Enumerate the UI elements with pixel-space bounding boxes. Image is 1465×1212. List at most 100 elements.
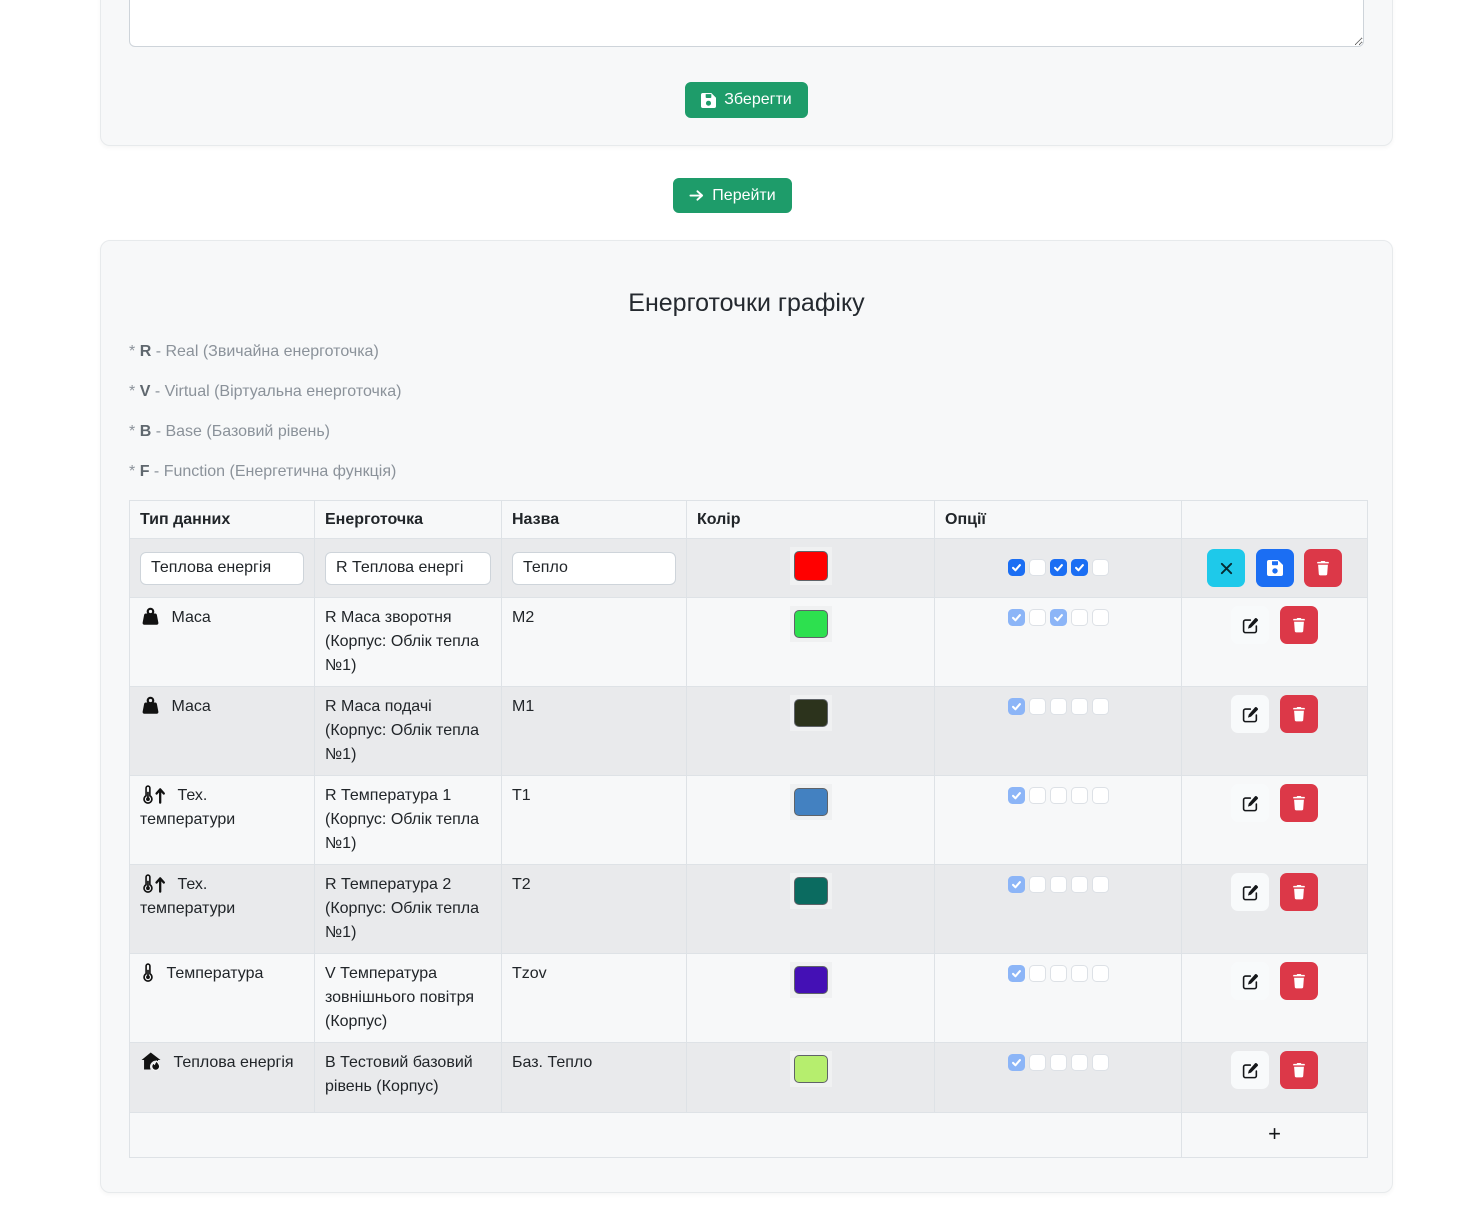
pencil-square-icon	[1242, 1062, 1259, 1079]
delete-button[interactable]	[1280, 873, 1318, 911]
option-checkbox	[1092, 1054, 1109, 1071]
type-input[interactable]	[140, 552, 304, 585]
trash-icon	[1291, 973, 1307, 989]
legend-item-function: * F - Function (Енергетична функція)	[129, 460, 1364, 484]
color-swatch	[794, 788, 828, 816]
page: Зберегти Перейти Енерготочки графіку * R…	[0, 0, 1465, 1212]
save-button[interactable]: Зберегти	[685, 82, 807, 118]
option-checkbox	[1050, 965, 1067, 982]
color-picker[interactable]	[790, 547, 832, 585]
pencil-square-icon	[1242, 706, 1259, 723]
table-row: Тех. температури R Температура 1 (Корпус…	[130, 776, 1368, 865]
description-textarea[interactable]	[129, 0, 1364, 47]
trash-icon	[1291, 706, 1307, 722]
row-save-button[interactable]	[1256, 549, 1294, 587]
row-type: Маса	[171, 698, 210, 715]
energy-points-card: Енерготочки графіку * R - Real (Звичайна…	[100, 240, 1393, 1193]
page-title: Енерготочки графіку	[129, 289, 1364, 318]
option-checkbox	[1050, 876, 1067, 893]
option-checkbox	[1071, 1054, 1088, 1071]
edit-button[interactable]	[1231, 873, 1269, 911]
edit-button[interactable]	[1231, 695, 1269, 733]
go-row: Перейти	[0, 178, 1465, 213]
option-checkbox[interactable]	[1050, 559, 1067, 576]
color-swatch	[794, 966, 828, 994]
color-swatch	[794, 877, 828, 905]
option-checkbox	[1029, 965, 1046, 982]
option-checkbox	[1008, 787, 1025, 804]
delete-button[interactable]	[1280, 606, 1318, 644]
column-header-options: Опції	[935, 501, 1182, 539]
table-row: Теплова енергія В Тестовий базовий рівен…	[130, 1043, 1368, 1113]
color-swatch	[794, 551, 828, 581]
delete-button[interactable]	[1280, 695, 1318, 733]
options-checkboxes	[1008, 556, 1109, 576]
option-checkbox	[1029, 609, 1046, 626]
option-checkbox	[1092, 965, 1109, 982]
delete-button[interactable]	[1280, 784, 1318, 822]
table-row: Маса R Маса подачі (Корпус: Облік тепла …	[130, 687, 1368, 776]
option-checkbox	[1008, 609, 1025, 626]
edit-button[interactable]	[1231, 1051, 1269, 1089]
row-name: T1	[502, 776, 687, 865]
option-checkbox	[1092, 609, 1109, 626]
color-swatch	[794, 699, 828, 727]
option-checkbox[interactable]	[1071, 559, 1088, 576]
go-button[interactable]: Перейти	[673, 178, 791, 213]
row-point: R Температура 1 (Корпус: Облік тепла №1)	[315, 776, 502, 865]
point-input[interactable]	[325, 552, 491, 585]
add-row-button[interactable]: +	[1258, 1121, 1291, 1147]
delete-button[interactable]	[1280, 962, 1318, 1000]
option-checkbox	[1092, 787, 1109, 804]
name-input[interactable]	[512, 552, 676, 585]
option-checkbox	[1008, 965, 1025, 982]
delete-button[interactable]	[1304, 549, 1342, 587]
color-display	[790, 695, 832, 731]
save-button-label: Зберегти	[724, 91, 791, 109]
color-display	[790, 1051, 832, 1087]
trash-icon	[1291, 1062, 1307, 1078]
option-checkbox[interactable]	[1029, 559, 1046, 576]
edit-row	[130, 539, 1368, 598]
row-name: T2	[502, 865, 687, 954]
option-checkbox[interactable]	[1008, 559, 1025, 576]
footer-empty-cell	[130, 1113, 1182, 1158]
cancel-button[interactable]	[1207, 549, 1245, 587]
edit-button[interactable]	[1231, 962, 1269, 1000]
legend: * R - Real (Звичайна енерготочка) * V - …	[129, 340, 1364, 484]
legend-item-virtual: * V - Virtual (Віртуальна енерготочка)	[129, 380, 1364, 404]
edit-button[interactable]	[1231, 784, 1269, 822]
legend-item-base: * B - Base (Базовий рівень)	[129, 420, 1364, 444]
row-type: Температура	[166, 965, 263, 982]
option-checkbox	[1008, 698, 1025, 715]
column-header-type: Тип данних	[130, 501, 315, 539]
edit-button[interactable]	[1231, 606, 1269, 644]
row-name: M2	[502, 598, 687, 687]
temperature-arrow-up-icon	[140, 873, 167, 894]
option-checkbox	[1029, 698, 1046, 715]
temperature-arrow-up-icon	[140, 784, 167, 805]
options-checkboxes	[1008, 962, 1109, 982]
column-header-point: Енерготочка	[315, 501, 502, 539]
option-checkbox	[1008, 1054, 1025, 1071]
options-checkboxes	[1008, 1051, 1109, 1071]
color-display	[790, 606, 832, 642]
row-point: R Маса подачі (Корпус: Облік тепла №1)	[315, 687, 502, 776]
trash-icon	[1291, 884, 1307, 900]
option-checkbox	[1071, 876, 1088, 893]
pencil-square-icon	[1242, 973, 1259, 990]
column-header-actions	[1182, 501, 1368, 539]
row-point: В Тестовий базовий рівень (Корпус)	[315, 1043, 502, 1113]
energy-points-table: Тип данних Енерготочка Назва Колір Опції	[129, 500, 1368, 1158]
option-checkbox	[1071, 609, 1088, 626]
options-checkboxes	[1008, 784, 1109, 804]
delete-button[interactable]	[1280, 1051, 1318, 1089]
trash-icon	[1291, 617, 1307, 633]
option-checkbox	[1029, 787, 1046, 804]
option-checkbox	[1050, 698, 1067, 715]
table-row: Тех. температури R Температура 2 (Корпус…	[130, 865, 1368, 954]
options-checkboxes	[1008, 606, 1109, 626]
house-fire-icon	[140, 1051, 163, 1072]
option-checkbox[interactable]	[1092, 559, 1109, 576]
save-icon	[701, 93, 716, 108]
